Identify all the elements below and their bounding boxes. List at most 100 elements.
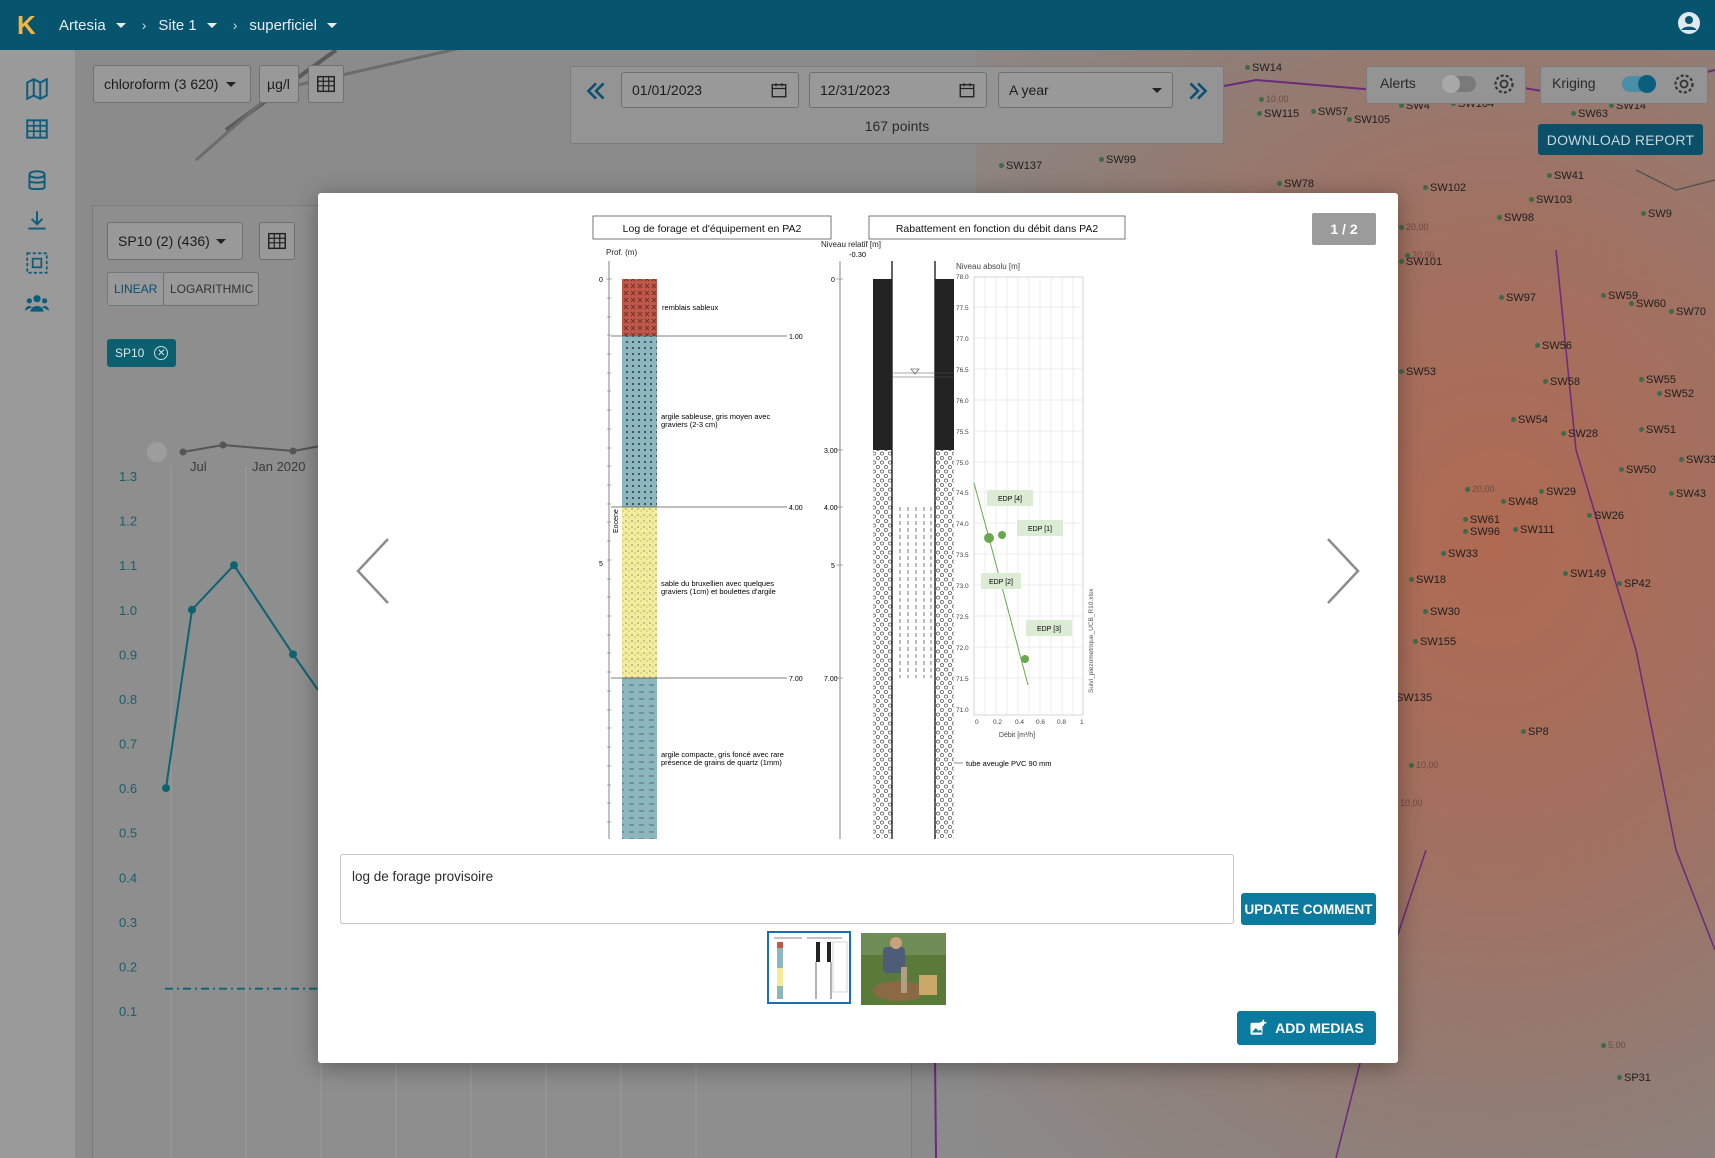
calendar-icon[interactable] <box>958 81 976 99</box>
well-marker[interactable]: SW28 <box>1561 428 1598 440</box>
well-marker[interactable]: SP8 <box>1521 726 1549 738</box>
abs-axis-tick: 71.5 <box>956 676 969 683</box>
breadcrumb-site[interactable]: Site 1 <box>158 17 217 34</box>
well-marker[interactable]: SW52 <box>1657 388 1694 400</box>
well-marker[interactable]: SW18 <box>1409 574 1446 586</box>
well-marker[interactable]: SW70 <box>1669 306 1706 318</box>
update-comment-button[interactable]: UPDATE COMMENT <box>1241 893 1376 925</box>
alerts-toggle[interactable] <box>1442 75 1476 93</box>
well-marker[interactable]: SW111 <box>1512 524 1554 536</box>
scale-linear-button[interactable]: LINEAR <box>107 272 165 306</box>
thumbnail-field-photo <box>861 933 946 1005</box>
well-marker[interactable]: SW98 <box>1497 212 1534 224</box>
well-marker[interactable]: SW96 <box>1463 526 1500 538</box>
well-marker[interactable]: SW14 <box>1245 62 1282 74</box>
well-marker[interactable]: SW61 <box>1463 514 1500 526</box>
well-marker[interactable]: SW102 <box>1422 182 1466 194</box>
edp-label: EDP [1] <box>1028 526 1052 533</box>
niveau-absolu-label: Niveau absolu [m] <box>956 262 1020 271</box>
well-marker[interactable]: SW60 <box>1629 298 1666 310</box>
data-point[interactable] <box>162 784 170 793</box>
download-report-button[interactable]: DOWNLOAD REPORT <box>1538 124 1703 155</box>
kriging-toggle[interactable] <box>1622 75 1656 93</box>
abs-axis-tick: 73.5 <box>956 552 969 559</box>
well-marker[interactable]: SW103 <box>1528 194 1572 206</box>
well-marker[interactable]: SW58 <box>1543 376 1580 388</box>
station-select[interactable]: SP10 (2) (436) <box>107 222 243 260</box>
data-point[interactable] <box>230 561 238 570</box>
user-account-icon[interactable] <box>1677 11 1701 35</box>
data-point[interactable] <box>289 650 297 659</box>
well-marker[interactable]: SW105 <box>1346 114 1390 126</box>
users-icon[interactable] <box>24 290 50 316</box>
double-chevron-left-icon[interactable] <box>583 78 609 104</box>
chevron-right-icon[interactable] <box>1320 533 1364 609</box>
table-toggle-button[interactable] <box>308 65 344 103</box>
edp-label: EDP [4] <box>998 496 1022 503</box>
chevron-right-icon: › <box>232 17 238 33</box>
well-marker[interactable]: SW137 <box>998 160 1042 172</box>
gear-icon[interactable] <box>1672 72 1696 96</box>
scale-logarithmic-button[interactable]: LOGARITHMIC <box>163 272 259 306</box>
well-marker[interactable]: SW97 <box>1499 292 1536 304</box>
well-marker[interactable]: SW43 <box>1669 488 1706 500</box>
well-marker[interactable]: SW57 <box>1311 106 1348 118</box>
well-marker[interactable]: SW99 <box>1099 154 1136 166</box>
double-chevron-right-icon[interactable] <box>1185 78 1211 104</box>
selection-icon[interactable] <box>24 250 50 276</box>
well-marker[interactable]: SP31 <box>1617 1072 1651 1084</box>
map-icon[interactable] <box>24 76 50 102</box>
breadcrumb-layer[interactable]: superficiel <box>249 17 337 34</box>
well-marker[interactable]: SW149 <box>1562 568 1606 580</box>
chart-table-button[interactable] <box>259 222 295 260</box>
series-chip[interactable]: SP10 ✕ <box>107 339 177 367</box>
media-thumbnail-active[interactable] <box>767 931 851 1004</box>
close-icon[interactable]: ✕ <box>154 346 169 360</box>
breadcrumb-project[interactable]: Artesia <box>59 17 126 34</box>
well-marker[interactable]: SW155 <box>1412 636 1456 648</box>
well-marker[interactable]: SW56 <box>1535 340 1572 352</box>
abs-axis-tick: 78.0 <box>956 274 969 281</box>
data-point[interactable] <box>188 605 196 614</box>
period-select[interactable]: A year <box>998 72 1173 108</box>
well-marker[interactable]: SW59 <box>1601 290 1638 302</box>
well-marker[interactable]: SW30 <box>1423 606 1460 618</box>
comment-field[interactable]: log de forage provisoire <box>340 854 1234 924</box>
well-marker[interactable]: SW55 <box>1639 374 1676 386</box>
well-marker[interactable]: SW48 <box>1501 496 1538 508</box>
well-marker[interactable]: SW33 <box>1441 548 1478 560</box>
well-marker[interactable]: SW54 <box>1511 414 1548 426</box>
calendar-icon[interactable] <box>770 81 788 99</box>
well-marker[interactable]: SW135 <box>1388 692 1432 704</box>
well-marker[interactable]: SW50 <box>1619 464 1656 476</box>
well-marker[interactable]: SW29 <box>1539 486 1576 498</box>
parameter-select[interactable]: chloroform (3 620) <box>93 65 251 103</box>
gear-icon[interactable] <box>1492 72 1516 96</box>
unit-select[interactable]: µg/l <box>259 65 299 103</box>
well-marker[interactable]: SW26 <box>1587 510 1624 522</box>
y-tick-label: 1.2 <box>119 514 137 529</box>
well-marker[interactable]: SW41 <box>1547 170 1584 182</box>
start-date-field[interactable]: 01/01/2023 <box>621 72 799 108</box>
app-logo[interactable]: K <box>17 10 47 40</box>
import-icon[interactable] <box>24 208 50 234</box>
well-marker[interactable]: SW33 <box>1679 454 1715 466</box>
well-marker[interactable]: SW63 <box>1571 108 1608 120</box>
media-thumbnail[interactable] <box>861 933 946 1005</box>
well-marker[interactable]: SW51 <box>1639 424 1676 436</box>
well-marker[interactable]: SW115 <box>1256 108 1299 120</box>
points-count: 167 points <box>864 118 930 134</box>
well-marker[interactable]: SP42 <box>1617 578 1651 590</box>
end-date-field[interactable]: 12/31/2023 <box>809 72 987 108</box>
chevron-left-icon[interactable] <box>352 533 396 609</box>
well-marker[interactable]: SW9 <box>1641 208 1672 220</box>
database-icon[interactable] <box>24 168 50 194</box>
start-date-value: 01/01/2023 <box>632 82 703 98</box>
media-counter: 1 / 2 <box>1312 213 1376 245</box>
y-tick-label: 0.1 <box>119 1004 137 1019</box>
well-marker[interactable]: SW53 <box>1399 366 1436 378</box>
well-marker[interactable]: SW78 <box>1277 178 1314 190</box>
debit-tick: 0.8 <box>1057 719 1066 726</box>
table-icon[interactable] <box>24 116 50 142</box>
add-medias-button[interactable]: ADD MEDIAS <box>1237 1011 1376 1045</box>
